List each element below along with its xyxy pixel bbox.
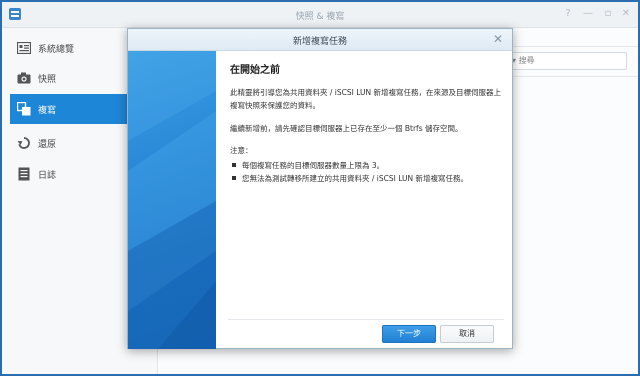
window-title: 快照 & 複寫 — [295, 12, 345, 22]
bullet-icon — [232, 163, 236, 167]
intro-text: 此精靈將引導您為共用資料夾 / iSCSI LUN 新增複寫任務，在來源及目標伺… — [230, 88, 502, 110]
note-item: 每個複寫任務的目標伺服器數量上限為 3。 — [230, 159, 502, 172]
sidebar-item-label: 複寫 — [38, 105, 57, 116]
maximize-icon[interactable]: ▫ — [602, 8, 614, 20]
help-icon[interactable]: ? — [562, 8, 574, 20]
footer-divider — [228, 319, 504, 320]
next-button[interactable]: 下一步 — [382, 325, 436, 343]
content-heading: 在開始之前 — [230, 65, 280, 76]
restore-icon — [16, 135, 32, 151]
camera-icon — [16, 70, 32, 86]
wizard-decoration — [128, 51, 216, 349]
sidebar-item-label: 快照 — [38, 74, 57, 85]
note-label: 注意： — [230, 146, 253, 155]
bullet-icon — [232, 176, 236, 180]
minimize-icon[interactable]: — — [582, 8, 594, 20]
dialog-header: 新增複寫任務 ✕ — [128, 29, 512, 51]
sidebar-item-label: 還原 — [38, 139, 57, 150]
titlebar: 快照 & 複寫 ? — ▫ ✕ — [2, 2, 638, 28]
log-icon — [16, 166, 32, 182]
requirement-text: 繼續新增前，請先確認目標伺服器上已存在至少一個 Btrfs 儲存空間。 — [230, 124, 463, 133]
replication-icon — [16, 101, 32, 117]
dialog-close-icon[interactable]: ✕ — [492, 32, 504, 46]
search-input[interactable]: ▾ 搜尋 — [507, 52, 627, 70]
cancel-button[interactable]: 取消 — [440, 325, 494, 343]
overview-icon — [16, 40, 32, 56]
sidebar-item-label: 系統總覽 — [38, 44, 75, 55]
dialog-title: 新增複寫任務 — [292, 37, 347, 47]
dialog-content: 在開始之前 此精靈將引導您為共用資料夾 / iSCSI LUN 新增複寫任務，在… — [230, 61, 502, 185]
note-item: 您無法為測試轉移所建立的共用資料夾 / iSCSI LUN 新增複寫任務。 — [230, 172, 502, 185]
sidebar-item-label: 日誌 — [38, 170, 57, 181]
new-replication-dialog: 新增複寫任務 ✕ 在開始之前 此精靈將引導您為共用資料夾 / iSCSI LUN… — [127, 28, 513, 349]
close-icon[interactable]: ✕ — [620, 8, 632, 20]
